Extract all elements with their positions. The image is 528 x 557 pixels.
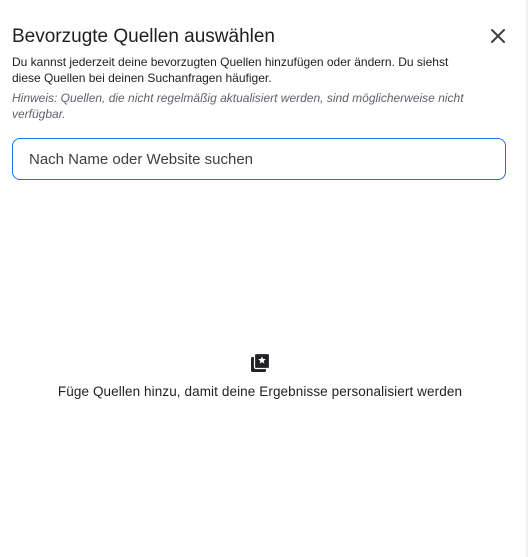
- dialog-title: Bevorzugte Quellen auswählen: [12, 26, 276, 47]
- dialog-hint: Hinweis: Quellen, die nicht regelmäßig a…: [12, 91, 464, 121]
- preferred-sources-dialog: Bevorzugte Quellen auswählen Du kannst j…: [0, 0, 528, 557]
- dialog-description: Du kannst jederzeit deine bevorzugten Qu…: [12, 55, 449, 85]
- starred-library-icon: [251, 352, 271, 372]
- search-input[interactable]: [14, 140, 504, 178]
- close-button[interactable]: [484, 22, 512, 50]
- empty-state-message: Füge Quellen hinzu, damit deine Ergebnis…: [57, 384, 463, 399]
- search-field[interactable]: [12, 138, 506, 180]
- close-icon: [491, 29, 505, 43]
- empty-state: Füge Quellen hinzu, damit deine Ergebnis…: [0, 352, 520, 401]
